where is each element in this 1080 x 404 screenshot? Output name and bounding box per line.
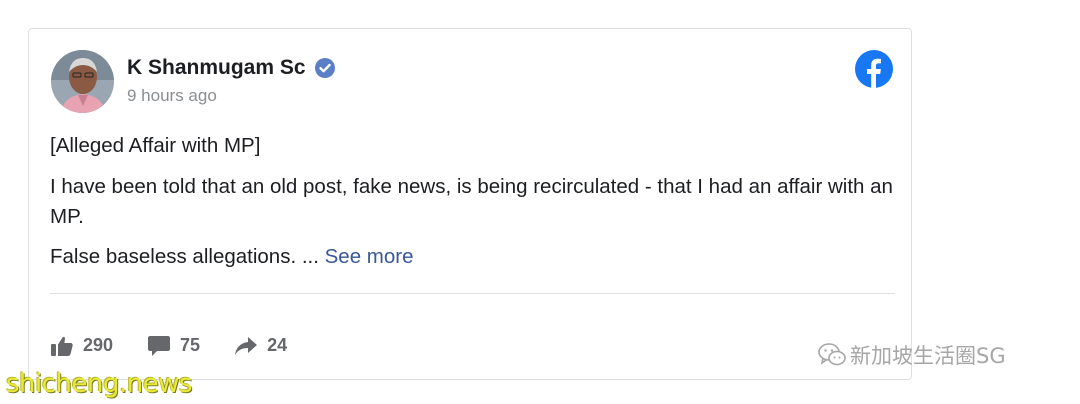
comment-button[interactable]: 75	[148, 335, 200, 356]
share-count: 24	[267, 335, 288, 355]
author-name[interactable]: K Shanmugam Sc	[127, 56, 306, 80]
thumbs-up-icon	[51, 336, 73, 356]
post-excerpt: False baseless allegations. ...	[50, 245, 325, 268]
site-watermark: shicheng.news	[6, 369, 193, 399]
screenshot-stage: K Shanmugam Sc 9 hours ago [Alleged Affa…	[0, 0, 1080, 404]
wechat-channel-watermark: 新加坡生活圈SG	[818, 340, 1006, 370]
post-paragraph: I have been told that an old post, fake …	[50, 175, 893, 228]
comment-count: 75	[180, 335, 201, 355]
post-timestamp[interactable]: 9 hours ago	[127, 86, 217, 106]
wechat-icon	[818, 343, 846, 366]
like-button[interactable]: 290	[51, 335, 113, 356]
wechat-channel-name: 新加坡生活圈SG	[850, 344, 1006, 368]
avatar[interactable]	[51, 50, 114, 113]
comment-icon	[148, 335, 171, 356]
post-excerpt-line: False baseless allegations. ... See more	[50, 242, 900, 272]
post-heading: [Alleged Affair with MP]	[50, 134, 261, 157]
divider	[50, 293, 895, 294]
reaction-bar: 290 75 24	[51, 335, 322, 356]
share-arrow-icon	[235, 336, 258, 355]
author-row: K Shanmugam Sc	[127, 56, 335, 80]
facebook-post-card: K Shanmugam Sc 9 hours ago [Alleged Affa…	[28, 28, 912, 380]
like-count: 290	[83, 335, 114, 355]
verified-badge-icon	[314, 58, 335, 78]
share-button[interactable]: 24	[235, 335, 287, 356]
facebook-logo-icon[interactable]	[855, 50, 893, 88]
see-more-link[interactable]: See more	[325, 245, 414, 268]
